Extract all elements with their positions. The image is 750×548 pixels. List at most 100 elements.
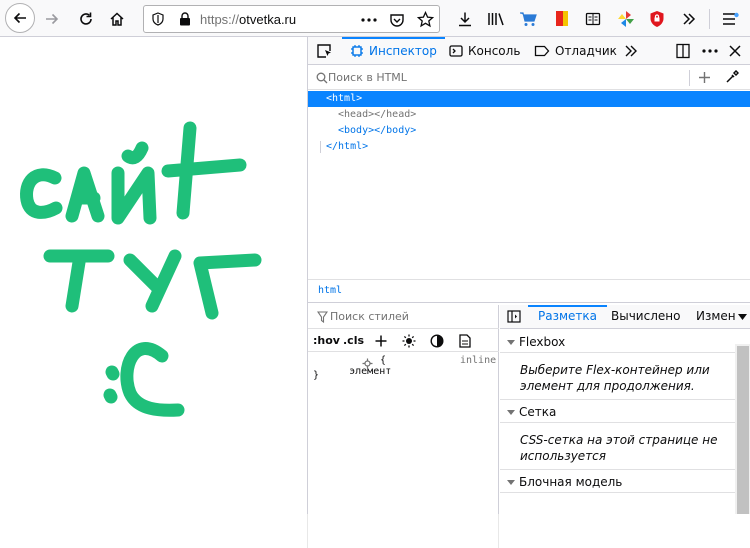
accordion-box-model[interactable]: Блочная модель [500, 471, 735, 493]
bookmark-star-icon[interactable] [417, 11, 434, 28]
close-icon [729, 45, 741, 57]
overflow-button[interactable] [675, 5, 703, 33]
shield-icon [152, 12, 164, 26]
devtools-tabbar: Инспектор Консоль Отладчик [308, 37, 750, 65]
accordion-grid[interactable]: Сетка [500, 401, 735, 423]
letter-g [193, 253, 262, 320]
tab-changes[interactable]: Измене [696, 309, 736, 323]
divider [500, 469, 735, 470]
flag-extension-button[interactable] [548, 5, 576, 33]
reload-icon [80, 12, 92, 25]
scrollbar-thumb[interactable] [737, 346, 749, 516]
colon-dot-top [105, 365, 120, 381]
html-search-input[interactable] [328, 68, 688, 87]
markup-view: <html> <head></head> <body></body> </htm… [308, 91, 750, 277]
letter-t1 [161, 121, 247, 220]
rules-pane: Поиск стилей :hov .cls элемент { inline … [308, 305, 499, 515]
library-icon [488, 13, 504, 26]
colorful-extension-button[interactable] [612, 5, 640, 33]
layout-scrollbar[interactable] [735, 344, 750, 516]
url-host: otvetka.ru [239, 12, 297, 27]
home-icon [110, 12, 124, 26]
styles-filter-row[interactable]: Поиск стилей [308, 305, 499, 329]
rules-toolbar: :hov .cls [308, 330, 499, 352]
dock-side-icon [676, 43, 690, 59]
caret-down-icon [507, 480, 515, 485]
dark-theme-icon[interactable] [430, 334, 444, 348]
debugger-icon [534, 45, 550, 57]
eyedropper-icon[interactable] [725, 70, 739, 84]
chevron-down-icon[interactable] [738, 314, 747, 320]
url-text: https://otvetka.ru [200, 12, 296, 27]
menu-button[interactable] [716, 5, 744, 33]
light-theme-icon[interactable] [402, 334, 416, 348]
red-shield-icon [650, 11, 664, 27]
toggle-sidebar-icon[interactable] [507, 310, 521, 323]
markup-node-body-text: <body></body> [338, 125, 417, 136]
url-bar[interactable]: https://otvetka.ru [143, 5, 440, 33]
tab-inspector[interactable]: Инспектор [342, 37, 445, 65]
markup-node-html-close-text: </html> [326, 141, 369, 152]
dock-button[interactable] [676, 37, 690, 65]
handwritten-drawing [20, 121, 262, 417]
back-button[interactable] [5, 3, 35, 33]
shield-extension-button[interactable] [643, 5, 671, 33]
downloads-button[interactable] [451, 5, 479, 33]
tab-console[interactable]: Консоль [449, 37, 520, 65]
pocket-icon[interactable] [389, 12, 405, 28]
close-devtools-button[interactable] [729, 37, 741, 65]
forward-button[interactable] [38, 5, 66, 33]
tab-debugger[interactable]: Отладчик [534, 37, 617, 65]
letter-i-short [111, 141, 157, 225]
tab-console-label: Консоль [468, 44, 521, 58]
tab-layout[interactable]: Разметка [528, 305, 607, 323]
print-media-icon[interactable] [459, 334, 471, 348]
grid-message: CSS-сетка на этой странице не использует… [520, 433, 718, 463]
accordion-flexbox-title: Flexbox [519, 335, 566, 349]
home-button[interactable] [103, 5, 131, 33]
pick-element-icon [317, 44, 331, 58]
rule-brace-close: } [313, 370, 320, 381]
html-search-row [308, 66, 750, 90]
hamburger-icon [723, 12, 739, 25]
letter-u [123, 249, 182, 313]
letter-a [65, 166, 105, 223]
browser-toolbar: https://otvetka.ru [0, 0, 750, 37]
hov-toggle[interactable]: :hov [313, 334, 340, 347]
cls-toggle[interactable]: .cls [343, 334, 364, 347]
flag-icon [556, 11, 568, 26]
accordion-flexbox[interactable]: Flexbox [500, 331, 735, 353]
markup-node-html[interactable]: <html> [308, 91, 750, 107]
breadcrumb: html [308, 279, 750, 303]
divider [307, 514, 308, 548]
markup-node-head[interactable]: <head></head> [308, 107, 750, 123]
devtools-menu-button[interactable] [702, 37, 718, 65]
markup-node-html-close[interactable]: </html> [308, 139, 750, 155]
more-tools-button[interactable] [624, 37, 638, 65]
download-icon [459, 12, 471, 27]
reload-button[interactable] [72, 5, 100, 33]
library-button[interactable] [482, 5, 510, 33]
double-chevron-right-icon [683, 13, 696, 25]
rule-source-inline[interactable]: inline [460, 355, 496, 366]
box-model-body [500, 494, 735, 515]
sidebar-tabbar: Разметка Вычислено Измене [500, 305, 750, 329]
reader-view-icon [585, 12, 601, 26]
more-dots-icon [702, 49, 718, 53]
markup-node-head-text: <head></head> [338, 109, 417, 120]
breadcrumb-item-html[interactable]: html [318, 285, 342, 296]
reader-button[interactable] [579, 5, 607, 33]
console-icon [449, 45, 463, 57]
add-node-icon[interactable] [698, 71, 711, 84]
more-dots-icon[interactable] [361, 18, 377, 22]
pick-element-button[interactable] [316, 37, 332, 65]
cart-extension-button[interactable] [514, 5, 542, 33]
add-rule-icon[interactable] [375, 335, 387, 347]
tab-computed[interactable]: Вычислено [611, 309, 680, 323]
caret-down-icon [507, 340, 515, 345]
gear-icon[interactable] [362, 358, 373, 369]
url-protocol: https:// [200, 12, 240, 27]
cart-icon [520, 12, 537, 26]
markup-node-body[interactable]: <body></body> [308, 123, 750, 139]
lock-icon [180, 12, 190, 26]
